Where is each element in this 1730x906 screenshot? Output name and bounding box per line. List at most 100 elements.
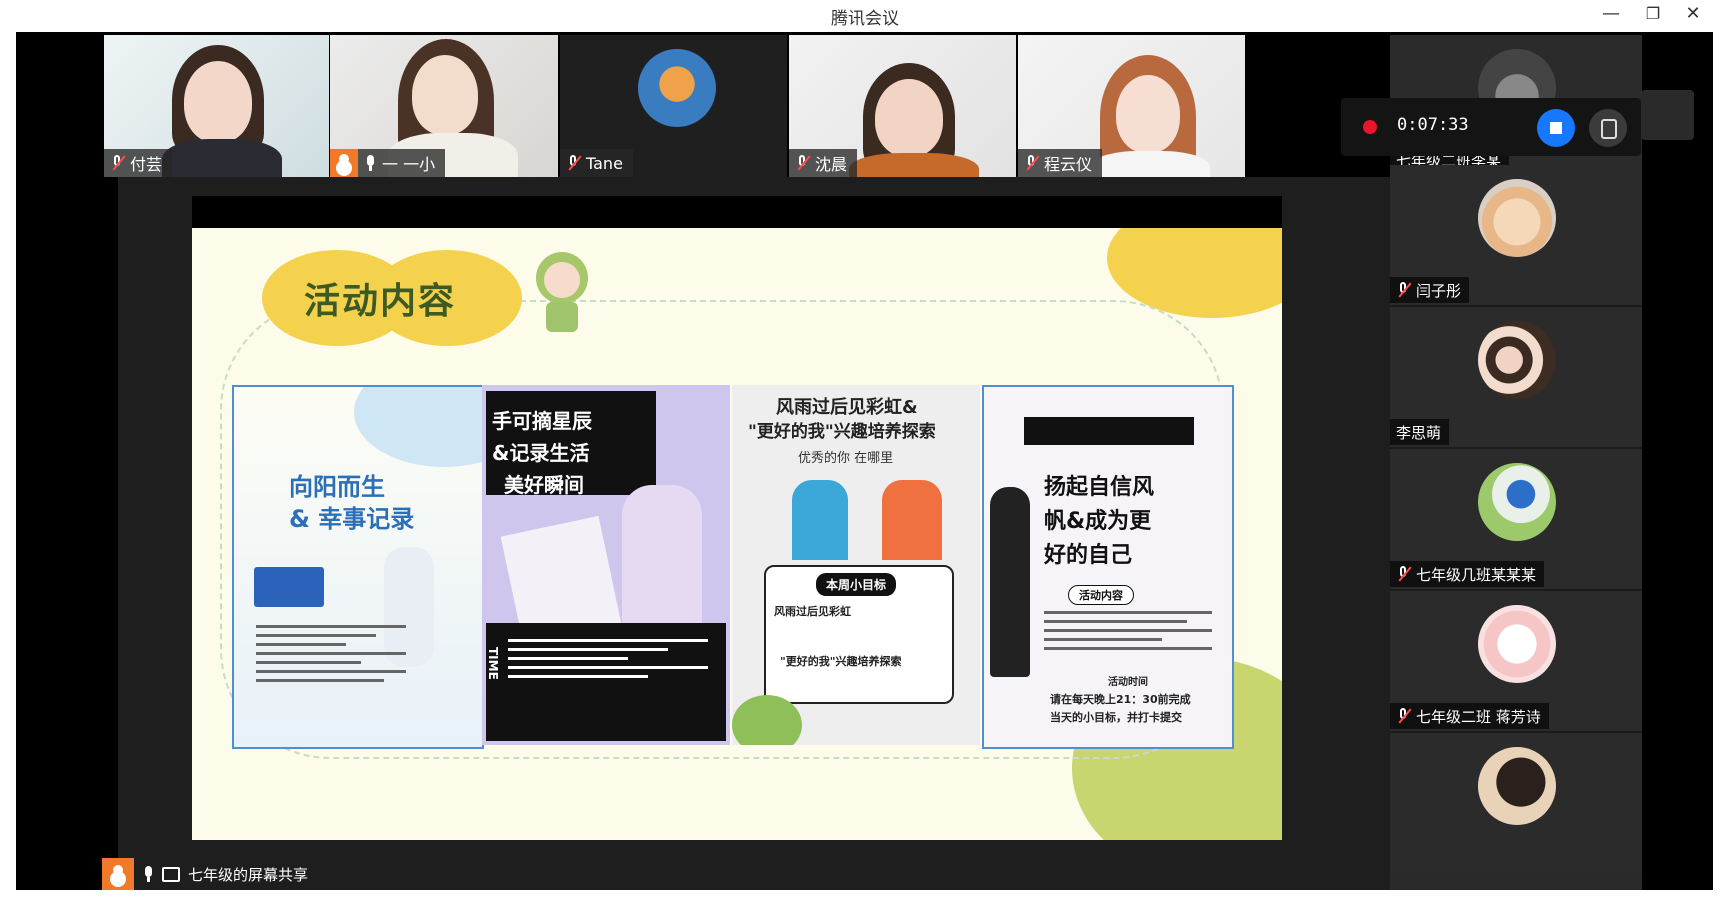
minimize-icon[interactable]: — (1594, 2, 1628, 26)
participant-tile[interactable] (1390, 733, 1642, 873)
screen-share-bar[interactable]: 七年级的屏幕共享 (102, 858, 327, 890)
participant-list: 七年级二班李某 闫子彤 李思萌 七年级几班某某某 七年级二班 蒋芳诗 (1390, 35, 1642, 890)
participant-namebar: 李思萌 (1390, 419, 1450, 445)
panel-tail-line: 请在每天晚上21：30前完成 (1050, 693, 1191, 706)
panel-title-line: 扬起自信风 (1044, 475, 1155, 500)
mic-muted-icon (1396, 707, 1410, 725)
participant-namebar: 一 一小 (330, 149, 446, 177)
avatar (1478, 463, 1556, 541)
participant-name: Tane (586, 153, 623, 173)
avatar (1478, 605, 1556, 683)
panel-title-line: 帆&成为更 (1044, 509, 1152, 534)
participant-namebar: 沈晨 (789, 149, 858, 177)
participant-name: 一 一小 (382, 155, 436, 174)
mascot-face (544, 262, 580, 298)
person-face (412, 55, 478, 135)
panel-title-line: & 幸事记录 (289, 505, 415, 533)
video-tile-3[interactable]: Tane (560, 35, 787, 177)
person-illustration (990, 487, 1030, 677)
slide-panel-3: 风雨过后见彩虹& "更好的我"兴趣培养探索 优秀的你 在哪里 本周小目标 风雨过… (732, 385, 980, 745)
panel-title-line: 手可摘星辰 (492, 409, 592, 433)
stop-icon (1550, 122, 1562, 134)
slide-title: 活动内容 (304, 281, 457, 322)
panel-title-line: "更好的我"兴趣培养探索 (748, 422, 936, 442)
share-bar-label: 七年级的屏幕共享 (188, 865, 309, 884)
restore-icon[interactable]: ❐ (1636, 2, 1670, 26)
participant-name: 闫子彤 (1416, 281, 1462, 300)
participant-tile[interactable]: 七年级几班某某某 (1390, 449, 1642, 591)
recording-collapse-button[interactable] (1641, 90, 1694, 140)
participant-namebar: 闫子彤 (1390, 277, 1470, 303)
avatar (638, 49, 716, 127)
panel-box-line: 风雨过后见彩虹 (774, 605, 851, 618)
panel-title-line: 美好瞬间 (504, 473, 584, 497)
participant-tile[interactable]: 李思萌 (1390, 307, 1642, 449)
video-tile-2[interactable]: 一 一小 (330, 35, 558, 177)
title-bar: 腾讯会议 — ❐ ✕ (0, 0, 1730, 30)
participant-name: 沈晨 (815, 155, 848, 174)
panel-text-lines (508, 633, 708, 684)
mascot-illustration (532, 238, 592, 348)
participant-name: 付芸 (130, 155, 163, 174)
panel-box-title: 活动内容 (1068, 585, 1134, 605)
participant-name: 程云仪 (1044, 155, 1093, 174)
avatar (1478, 179, 1556, 257)
mic-muted-icon (1396, 565, 1410, 583)
person-body (849, 153, 979, 177)
person-body (162, 139, 282, 177)
share-bar-content: 七年级的屏幕共享 (102, 858, 308, 890)
participant-namebar: 程云仪 (1018, 149, 1103, 177)
panel-box-title: 本周小目标 (816, 573, 897, 596)
avatar (1478, 747, 1556, 825)
pause-icon (1601, 119, 1617, 139)
participant-name: 七年级几班某某某 (1416, 565, 1537, 584)
participant-namebar: Tane (560, 149, 633, 177)
panel-time-label: TIME (486, 647, 500, 680)
recording-timer: 0:07:33 (1397, 115, 1469, 135)
slide-panel-4: 扬起自信风 帆&成为更 好的自己 活动内容 活动时间 请在每天晚上21：30前完… (982, 385, 1234, 749)
panel-title-line: 好的自己 (1044, 543, 1133, 568)
slide-top-band (192, 196, 1282, 228)
person-face (1116, 75, 1180, 153)
participant-tile[interactable]: 七年级二班 蒋芳诗 (1390, 591, 1642, 733)
mic-muted-icon (110, 154, 124, 172)
stop-recording-button[interactable] (1537, 109, 1575, 147)
mic-muted-icon (1396, 281, 1410, 299)
video-tile-5[interactable]: 程云仪 (1018, 35, 1245, 177)
mic-on-icon (364, 154, 376, 172)
participant-namebar: 付芸 (104, 149, 173, 177)
video-tile-4[interactable]: 沈晨 (789, 35, 1016, 177)
slide-panel-1: 向阳而生 & 幸事记录 (232, 385, 484, 749)
participant-namebar: 七年级几班某某某 (1390, 561, 1545, 587)
recording-bar: 0:07:33 (1341, 98, 1641, 156)
panel-title-line: &记录生活 (492, 441, 590, 465)
panel-header-band (1024, 417, 1194, 445)
panel-title-line: 风雨过后见彩虹& (776, 397, 918, 418)
person-face (875, 79, 943, 157)
slide-panel-2: 手可摘星辰 &记录生活 美好瞬间 TIME (482, 385, 730, 745)
panel-box-line: "更好的我"兴趣培养探索 (780, 655, 902, 668)
panel-subtitle: 优秀的你 在哪里 (798, 451, 894, 466)
person-body (1090, 151, 1210, 177)
screen-share-icon (162, 866, 180, 882)
panel-text-lines (256, 619, 406, 688)
close-icon[interactable]: ✕ (1676, 2, 1710, 26)
mic-muted-icon (1024, 154, 1038, 172)
panel-title-line: 向阳而生 (289, 473, 385, 501)
participant-namebar: 七年级二班 蒋芳诗 (1390, 703, 1549, 729)
panel-tail-title: 活动时间 (1108, 677, 1148, 688)
computer-illustration (254, 567, 324, 607)
video-tile-1[interactable]: 付芸 (104, 35, 329, 177)
decor-blob (354, 387, 482, 467)
mic-on-icon (142, 865, 154, 883)
participant-tile[interactable]: 闫子彤 (1390, 165, 1642, 307)
host-icon (102, 858, 134, 890)
host-icon (330, 149, 358, 177)
participant-name: 七年级二班 蒋芳诗 (1416, 707, 1541, 726)
mic-muted-icon (566, 154, 580, 172)
pause-recording-button[interactable] (1589, 109, 1627, 147)
window-title: 腾讯会议 (831, 9, 899, 29)
mascot-body (546, 302, 578, 332)
recording-dot-icon (1363, 120, 1377, 134)
panel-text-lines (1044, 605, 1212, 656)
